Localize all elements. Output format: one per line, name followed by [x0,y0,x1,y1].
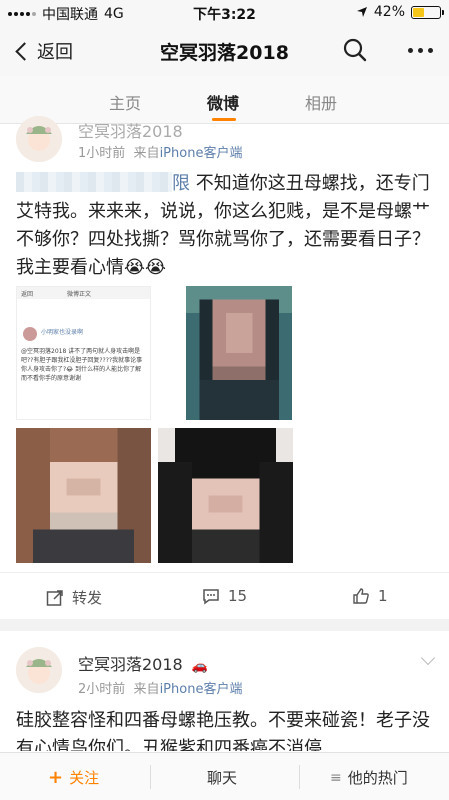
comment-icon [203,589,219,605]
author-name[interactable]: 空冥羽落2018 🚗 [78,651,208,675]
post-meta: 1小时前 来自iPhone客户端 [78,142,242,161]
comment-count: 15 [228,587,248,605]
post-text: 限 不知道你这丑母螺找，还专门艾特我。来来来，说说，你这么犯贱，是不是母螺艹不够… [16,172,430,278]
post-image-pixelated-portrait[interactable] [186,286,292,420]
embedded-back: 返回 [21,291,34,298]
profile-tabs: 主页 微博 相册 [0,76,449,124]
battery-icon [411,5,444,19]
chat-button[interactable]: 聊天 [207,767,237,788]
comment-button[interactable]: 15 [202,587,247,605]
embedded-title: 微博正文 [67,291,92,298]
post-time: 1小时前 [78,146,126,161]
post-source: iPhone客户端 [159,146,243,161]
car-icon: 🚗 [191,659,209,674]
embedded-avatar [23,327,37,341]
chat-label: 聊天 [207,769,238,787]
location-icon [356,7,367,17]
search-icon[interactable] [343,38,367,62]
tab-weibo[interactable]: 微博 [207,90,239,114]
active-tab-indicator [212,118,236,121]
follow-button[interactable]: + 关注 [48,767,99,788]
divider [299,765,300,789]
avatar[interactable] [16,116,62,162]
source-prefix: 来自 [133,146,160,161]
status-bar: 中国联通 4G 下午3:22 42% [0,0,449,24]
repost-label: 转发 [72,589,103,607]
hot-label: 他的热门 [347,769,408,787]
post-time: 2小时前 [78,682,126,697]
list-icon: ≡ [330,769,342,786]
follow-label: 关注 [69,769,100,787]
like-button[interactable]: 1 [352,587,388,605]
author-name[interactable]: 空冥羽落2018 [78,118,183,142]
post-source: iPhone客户端 [159,682,243,697]
post-image-pixelated-portrait[interactable] [16,428,151,563]
plus-icon: + [48,767,64,788]
page-title: 空冥羽落2018 [160,42,289,64]
blurred-mention [16,172,172,192]
post-image-pixelated-portrait[interactable] [158,428,293,563]
feed-post: 空冥羽落2018 1小时前 来自iPhone客户端 限 不知道你这丑母螺找，还专… [0,116,449,619]
avatar[interactable] [16,647,62,693]
tab-album[interactable]: 相册 [305,90,337,114]
thumbs-up-icon [353,588,369,604]
like-count: 1 [378,587,388,605]
battery-percent: 42% [373,4,405,20]
bottom-toolbar: + 关注 聊天 ≡ 他的热门 [0,752,449,800]
embedded-body: @空冥羽落2018 讲不了两句就人身攻击啊是吧??有胆子跟我杠没胆子回复????… [21,348,143,382]
repost-icon [46,589,63,606]
source-prefix: 来自 [133,682,160,697]
post-body: 硅胶整容怪和四番母螺艳压教。不要来碰瓷！老子没有心情鸟你们。丑猴紫和四番癌不消停 [16,710,430,751]
repost-button[interactable]: 转发 [46,587,102,608]
divider [150,765,151,789]
hot-posts-button[interactable]: ≡ 他的热门 [330,767,408,788]
chevron-down-icon[interactable] [420,650,436,666]
post-meta: 2小时前 来自iPhone客户端 [78,678,242,697]
more-icon[interactable] [408,48,433,53]
navigation-bar: 返回 空冥羽落2018 [0,24,449,76]
embedded-user: 小明家也没录啊 [41,329,84,336]
tab-home[interactable]: 主页 [109,90,141,114]
post-actions: 转发 15 1 [0,572,449,619]
author-name-text: 空冥羽落2018 [78,655,183,674]
post-image-screenshot[interactable]: 返回 微博正文 小明家也没录啊 @空冥羽落2018 讲不了两句就人身攻击啊是吧?… [16,286,151,420]
